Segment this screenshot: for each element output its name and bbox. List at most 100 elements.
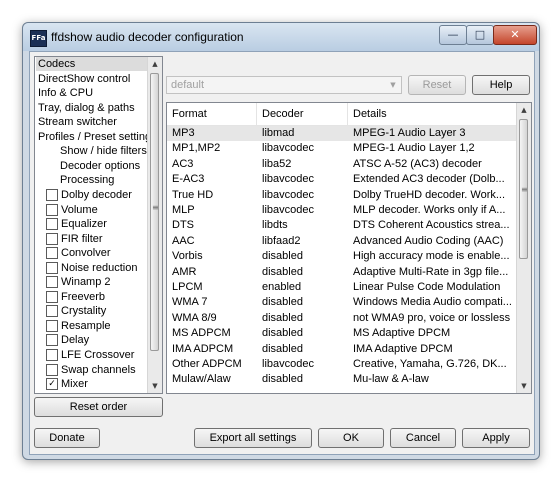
table-row[interactable]: Vorbis disabled High accuracy mode is enab… — [167, 249, 517, 264]
cell-details: Dolby TrueHD decoder. Work... — [353, 188, 506, 201]
sidebar-item-checkbox[interactable] — [46, 334, 58, 347]
cell-decoder: disabled — [262, 296, 303, 309]
help-button[interactable]: Help — [472, 75, 530, 95]
table-scroll-thumb[interactable]: ≡ — [519, 119, 528, 259]
sidebar-item-label: Info & CPU — [38, 87, 94, 100]
sidebar-item[interactable]: Profiles / Preset settings — [36, 130, 148, 144]
sidebar-item-label: Equalizer — [61, 218, 107, 231]
scroll-down-icon[interactable]: ▼ — [517, 379, 531, 393]
sidebar-item-checkbox[interactable] — [46, 232, 58, 245]
table-row[interactable]: MP1,MP2 libavcodec MPEG-1 Audio Layer 1,2 — [167, 141, 517, 156]
sidebar-item[interactable]: Volume — [36, 203, 148, 217]
table-row[interactable]: AAC libfaad2 Advanced Audio Coding (AAC) — [167, 234, 517, 249]
sidebar-item[interactable]: Processing — [36, 173, 148, 187]
ffdshow-app-icon[interactable]: FFa — [30, 30, 47, 47]
sidebar-item[interactable]: Info & CPU — [36, 86, 148, 100]
sidebar-item[interactable]: Show / hide filters — [36, 144, 148, 158]
table-row[interactable]: Other ADPCM libavcodec Creative, Yamaha, G… — [167, 357, 517, 372]
sidebar-item-checkbox[interactable] — [46, 188, 58, 201]
sidebar-item-checkbox[interactable] — [46, 261, 58, 274]
sidebar-item[interactable]: Delay — [36, 333, 148, 347]
column-header-details[interactable]: Details — [348, 103, 517, 125]
sidebar-item[interactable]: Equalizer — [36, 217, 148, 231]
sidebar-item[interactable]: Convolver — [36, 246, 148, 260]
sidebar-item[interactable]: LFE Crossover — [36, 348, 148, 362]
codecs-table: Format Decoder Details MP3 libmad MPEG-1 A… — [166, 102, 532, 394]
reset-order-button[interactable]: Reset order — [34, 397, 163, 417]
sidebar-item[interactable]: Crystality — [36, 304, 148, 318]
sidebar-item-label: Profiles / Preset settings — [38, 130, 148, 143]
cell-decoder: libavcodec — [262, 358, 314, 370]
sidebar-item-checkbox[interactable] — [46, 363, 58, 376]
table-row[interactable]: WMA 7 disabled Windows Media Audio compati… — [167, 295, 517, 310]
sidebar-item-checkbox[interactable] — [46, 305, 58, 318]
table-row[interactable]: MS ADPCM disabled MS Adaptive DPCM — [167, 326, 517, 341]
sidebar-item-checkbox[interactable] — [46, 218, 58, 231]
table-row[interactable]: AC3 liba52 ATSC A-52 (AC3) decoder — [167, 157, 517, 172]
sidebar-item[interactable]: Winamp 2 — [36, 275, 148, 289]
sidebar-item-checkbox[interactable] — [46, 290, 58, 303]
column-header-decoder[interactable]: Decoder — [257, 103, 348, 125]
cell-format: Other ADPCM — [172, 358, 242, 370]
sidebar-item[interactable]: Swap channels — [36, 363, 148, 377]
cell-format: IMA ADPCM — [172, 342, 234, 355]
ok-button[interactable]: OK — [318, 428, 384, 448]
preset-dropdown[interactable]: default ▼ — [166, 76, 402, 94]
table-row[interactable]: E-AC3 libavcodec Extended AC3 decoder (Dol… — [167, 172, 517, 187]
sidebar-item[interactable]: DirectShow control — [36, 72, 148, 86]
table-row[interactable]: DTS libdts DTS Coherent Acoustics strea... — [167, 218, 517, 233]
cell-format: AAC — [172, 234, 195, 247]
maximize-button[interactable]: □ — [466, 25, 494, 45]
donate-button[interactable]: Donate — [34, 428, 100, 448]
sidebar-item-checkbox[interactable] — [46, 319, 58, 332]
tree-scroll-thumb[interactable]: ≡ — [150, 73, 159, 351]
scroll-down-icon[interactable]: ▼ — [148, 379, 162, 393]
sidebar-item[interactable]: Resample — [36, 319, 148, 333]
table-row[interactable]: True HD libavcodec Dolby TrueHD decoder. W… — [167, 188, 517, 203]
table-row[interactable]: LPCM enabled Linear Pulse Code Modulation — [167, 280, 517, 295]
cancel-button[interactable]: Cancel — [390, 428, 456, 448]
scroll-up-icon[interactable]: ▲ — [148, 57, 162, 71]
scroll-up-icon[interactable]: ▲ — [517, 103, 531, 117]
table-scrollbar[interactable]: ▲ ≡ ▼ — [516, 103, 531, 393]
sidebar-item[interactable]: Freeverb — [36, 290, 148, 304]
sidebar-item[interactable]: Noise reduction — [36, 261, 148, 275]
sidebar-item-checkbox[interactable] — [46, 203, 58, 216]
apply-button[interactable]: Apply — [462, 428, 530, 448]
close-button[interactable]: ✕ — [493, 25, 537, 45]
sidebar-item[interactable]: Dolby decoder — [36, 188, 148, 202]
export-all-settings-button[interactable]: Export all settings — [194, 428, 312, 448]
tree-scrollbar[interactable]: ▲ ≡ ▼ — [147, 57, 162, 393]
sidebar-item-checkbox[interactable] — [46, 247, 58, 260]
reset-button[interactable]: Reset — [408, 75, 466, 95]
sidebar-item-checkbox[interactable] — [46, 349, 58, 361]
table-row[interactable]: MP3 libmad MPEG-1 Audio Layer 3 — [167, 126, 517, 141]
cell-decoder: disabled — [262, 342, 303, 355]
minimize-button[interactable]: — — [439, 25, 467, 45]
column-header-format[interactable]: Format — [167, 103, 257, 125]
sidebar-item[interactable]: Codecs — [36, 57, 148, 71]
cell-format: MLP — [172, 204, 195, 216]
sidebar-item-label: Decoder options — [60, 159, 141, 172]
sidebar-item-checkbox[interactable] — [46, 276, 58, 289]
sidebar-item-label: Show / hide filters — [60, 145, 147, 158]
sidebar-item-checkbox[interactable]: ✓ — [46, 378, 58, 391]
table-row[interactable]: IMA ADPCM disabled IMA Adaptive DPCM — [167, 342, 517, 357]
cell-format: MS ADPCM — [172, 327, 231, 340]
table-row[interactable]: AMR disabled Adaptive Multi-Rate in 3gp fi… — [167, 265, 517, 280]
sidebar-item[interactable]: Stream switcher — [36, 115, 148, 129]
sidebar-item[interactable]: FIR filter — [36, 232, 148, 246]
table-row[interactable]: WMA 8/9 disabled not WMA9 pro, voice or lo… — [167, 311, 517, 326]
sidebar-item[interactable]: Decoder options — [36, 159, 148, 173]
sidebar-item[interactable]: Tray, dialog & paths — [36, 101, 148, 115]
sidebar-item-label: DirectShow control — [38, 72, 131, 85]
sidebar-item[interactable]: ✓ Mixer — [36, 377, 148, 391]
table-row[interactable]: Mulaw/Alaw disabled Mu-law & A-law — [167, 372, 517, 387]
sidebar-item[interactable]: OSD — [36, 392, 148, 393]
cell-details: High accuracy mode is enable... — [353, 250, 510, 263]
cell-details: Mu-law & A-law — [353, 373, 429, 386]
title-bar[interactable]: FFa ffdshow audio decoder configuration … — [23, 23, 539, 51]
cell-format: Mulaw/Alaw — [172, 373, 231, 386]
sidebar-item-label: Crystality — [61, 305, 107, 318]
table-row[interactable]: MLP libavcodec MLP decoder. Works only if … — [167, 203, 517, 218]
